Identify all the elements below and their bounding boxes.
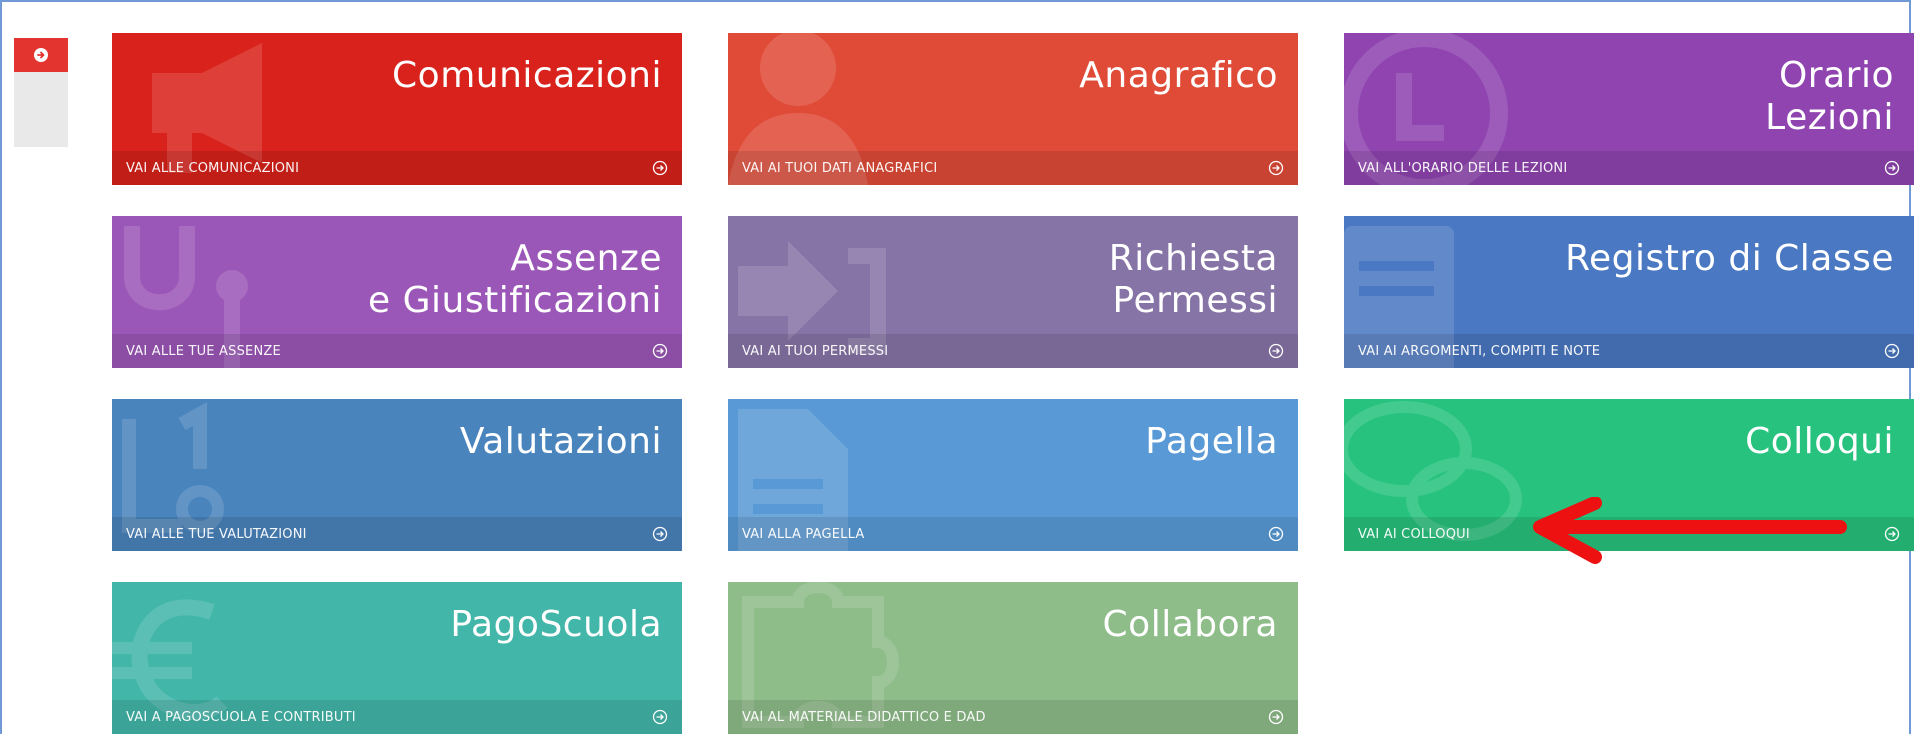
tile-link[interactable]: VAI ALLA PAGELLA — [742, 527, 864, 542]
tile-title: Assenze e Giustificazioni — [368, 238, 662, 321]
tile-link-bar[interactable]: VAI ALL'ORARIO DELLE LEZIONI — [1344, 151, 1914, 185]
tile-title: PagoScuola — [450, 604, 662, 645]
arrow-right-circle-icon[interactable] — [1884, 343, 1900, 359]
tile-link[interactable]: VAI ALLE TUE VALUTAZIONI — [126, 527, 307, 542]
tile-link[interactable]: VAI AI TUOI PERMESSI — [742, 344, 888, 359]
tile-title: Orario Lezioni — [1765, 55, 1894, 138]
arrow-right-circle-icon[interactable] — [652, 160, 668, 176]
tile-registro-di-classe[interactable]: Registro di Classe VAI AI ARGOMENTI, COM… — [1344, 216, 1914, 368]
arrow-right-circle-icon[interactable] — [652, 709, 668, 725]
tile-link-bar[interactable]: VAI ALLA PAGELLA — [728, 517, 1298, 551]
tile-link[interactable]: VAI ALL'ORARIO DELLE LEZIONI — [1358, 161, 1567, 176]
tile-link-bar[interactable]: VAI AI COLLOQUI — [1344, 517, 1914, 551]
arrow-right-circle-icon[interactable] — [652, 343, 668, 359]
arrow-right-circle-icon[interactable] — [1884, 160, 1900, 176]
tile-link-bar[interactable]: VAI AI ARGOMENTI, COMPITI E NOTE — [1344, 334, 1914, 368]
tile-link[interactable]: VAI ALLE COMUNICAZIONI — [126, 161, 299, 176]
tile-richiesta-permessi[interactable]: Richiesta Permessi VAI AI TUOI PERMESSI — [728, 216, 1298, 368]
tile-pagella[interactable]: Pagella VAI ALLA PAGELLA — [728, 399, 1298, 551]
arrow-right-circle-icon[interactable] — [1268, 526, 1284, 542]
tile-link[interactable]: VAI AI TUOI DATI ANAGRAFICI — [742, 161, 937, 176]
tile-link-bar[interactable]: VAI AI TUOI DATI ANAGRAFICI — [728, 151, 1298, 185]
tile-link[interactable]: VAI A PAGOSCUOLA E CONTRIBUTI — [126, 710, 356, 725]
tile-link-bar[interactable]: VAI AI TUOI PERMESSI — [728, 334, 1298, 368]
tile-comunicazioni[interactable]: Comunicazioni VAI ALLE COMUNICAZIONI — [112, 33, 682, 185]
arrow-right-circle-icon[interactable] — [652, 526, 668, 542]
arrow-right-circle-icon[interactable] — [1884, 526, 1900, 542]
tile-link-bar[interactable]: VAI ALLE TUE VALUTAZIONI — [112, 517, 682, 551]
tile-link[interactable]: VAI AL MATERIALE DIDATTICO E DAD — [742, 710, 986, 725]
arrow-right-circle-icon[interactable] — [1268, 160, 1284, 176]
tile-link[interactable]: VAI AI COLLOQUI — [1358, 527, 1470, 542]
tile-link-bar[interactable]: VAI A PAGOSCUOLA E CONTRIBUTI — [112, 700, 682, 734]
tile-colloqui[interactable]: Colloqui VAI AI COLLOQUI — [1344, 399, 1914, 551]
tile-title: Richiesta Permessi — [1108, 238, 1278, 321]
tile-title: Colloqui — [1745, 421, 1894, 462]
arrow-right-circle-icon[interactable] — [1268, 343, 1284, 359]
tile-anagrafico[interactable]: Anagrafico VAI AI TUOI DATI ANAGRAFICI — [728, 33, 1298, 185]
side-menu-toggle-button[interactable] — [14, 38, 68, 72]
tile-link-bar[interactable]: VAI ALLE TUE ASSENZE — [112, 334, 682, 368]
tile-valutazioni[interactable]: Valutazioni VAI ALLE TUE VALUTAZIONI — [112, 399, 682, 551]
tile-link[interactable]: VAI AI ARGOMENTI, COMPITI E NOTE — [1358, 344, 1600, 359]
tile-title: Registro di Classe — [1565, 238, 1894, 279]
tile-pagoscuola[interactable]: PagoScuola VAI A PAGOSCUOLA E CONTRIBUTI — [112, 582, 682, 734]
tile-title: Anagrafico — [1079, 55, 1278, 96]
tile-assenze[interactable]: Assenze e Giustificazioni VAI ALLE TUE A… — [112, 216, 682, 368]
tile-title: Comunicazioni — [392, 55, 662, 96]
tile-link-bar[interactable]: VAI AL MATERIALE DIDATTICO E DAD — [728, 700, 1298, 734]
arrow-right-circle-icon — [34, 48, 48, 62]
tile-link[interactable]: VAI ALLE TUE ASSENZE — [126, 344, 281, 359]
tile-orario-lezioni[interactable]: Orario Lezioni VAI ALL'ORARIO DELLE LEZI… — [1344, 33, 1914, 185]
tile-title: Collabora — [1102, 604, 1278, 645]
tile-link-bar[interactable]: VAI ALLE COMUNICAZIONI — [112, 151, 682, 185]
arrow-right-circle-icon[interactable] — [1268, 709, 1284, 725]
tile-collabora[interactable]: Collabora VAI AL MATERIALE DIDATTICO E D… — [728, 582, 1298, 734]
tile-title: Pagella — [1145, 421, 1278, 462]
tile-title: Valutazioni — [459, 421, 662, 462]
